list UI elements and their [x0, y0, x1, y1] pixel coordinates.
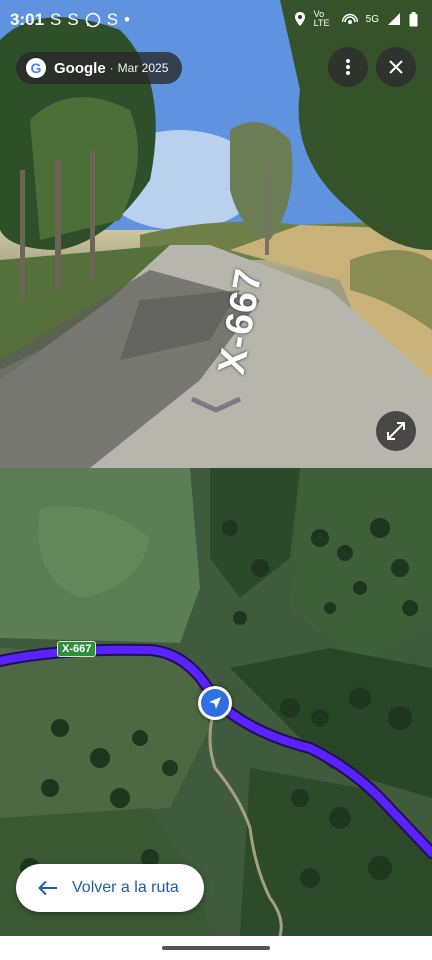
home-handle[interactable]: [162, 946, 270, 950]
expand-icon: [387, 422, 405, 440]
battery-icon: [409, 11, 418, 26]
s-app-icon: S: [106, 10, 119, 29]
status-bar: 3:01 S S S • Vo LTE 5G: [0, 0, 432, 40]
current-location-marker: [198, 686, 232, 720]
road-shield-label: X-667: [57, 641, 97, 657]
brand-label: Google: [54, 59, 106, 77]
navigate-forward-chevron-icon[interactable]: [190, 396, 242, 414]
more-options-button[interactable]: [328, 47, 368, 87]
arrow-back-icon: [38, 880, 57, 896]
google-logo-icon: G: [26, 58, 46, 78]
back-to-route-button[interactable]: Volver a la ruta: [16, 864, 204, 912]
close-icon: [389, 60, 403, 74]
street-view-panel[interactable]: 3:01 S S S • Vo LTE 5G G Google · Mar 20…: [0, 0, 432, 468]
expand-button[interactable]: [376, 411, 416, 451]
capture-date: Mar 2025: [117, 61, 169, 75]
hotspot-icon: [341, 13, 358, 24]
whatsapp-icon: [85, 12, 100, 28]
gesture-navigation-bar[interactable]: [0, 936, 432, 960]
notification-icons: S S S •: [50, 10, 130, 30]
signal-icon: [388, 13, 400, 25]
navigation-arrow-icon: [209, 697, 221, 709]
s-app-icon: S: [67, 10, 79, 29]
street-view-date-chip[interactable]: G Google · Mar 2025: [16, 52, 183, 84]
dot-indicator: •: [124, 10, 130, 29]
signal-5g-label: 5G: [365, 13, 379, 25]
s-app-icon: S: [50, 10, 62, 29]
back-to-route-label: Volver a la ruta: [72, 879, 179, 896]
more-vert-icon: [346, 59, 350, 75]
status-time: 3:01: [10, 10, 45, 29]
location-icon: [294, 12, 305, 26]
volte-label: Vo LTE: [313, 9, 330, 28]
close-button[interactable]: [376, 47, 416, 87]
date-separator: ·: [109, 61, 114, 75]
system-icons: Vo LTE 5G: [294, 10, 418, 28]
